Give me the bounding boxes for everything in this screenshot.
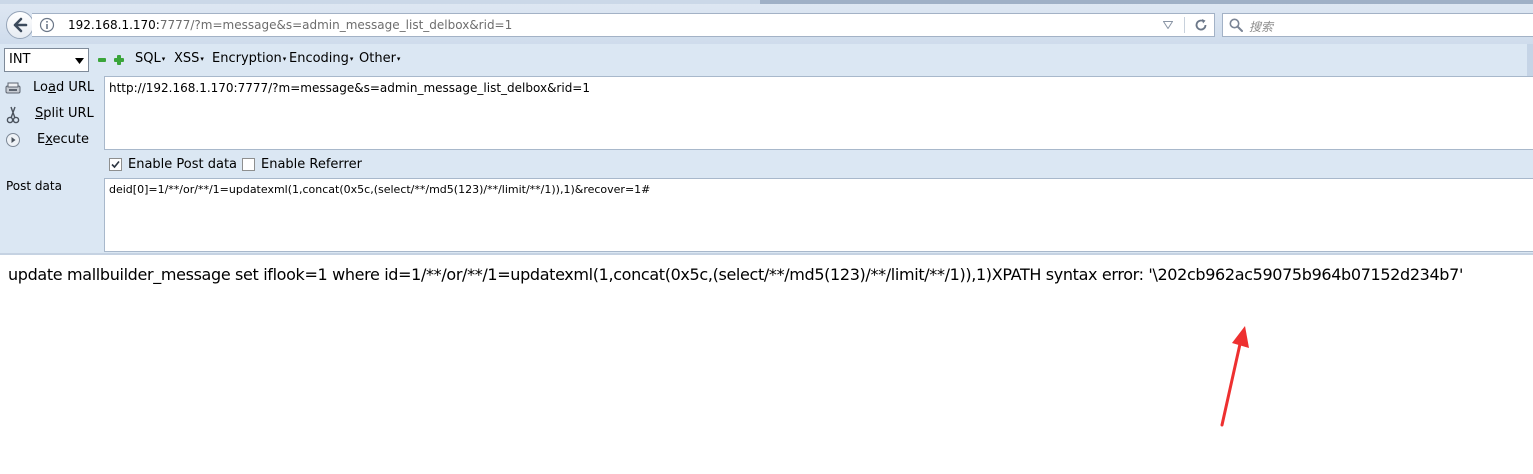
menu-caret-icon: ▾ [161,54,166,63]
back-arrow-icon [13,17,28,33]
menu-encryption[interactable]: Encryption▾ [212,51,286,66]
menu-caret-icon: ▾ [396,54,401,63]
sql-error-output: update mallbuilder_message set iflook=1 … [8,265,1463,284]
play-icon [6,133,20,147]
site-info-icon[interactable] [39,17,55,33]
red-arrow-annotation [1220,326,1249,427]
increase-icon[interactable] [114,55,124,65]
decrease-icon[interactable] [98,58,106,62]
url-host: 192.168.1.170: [68,18,160,32]
load-url-button[interactable]: Load URL [0,76,104,100]
load-url-label-accel: a [47,80,56,95]
reload-icon[interactable] [1193,17,1209,33]
menu-xss[interactable]: XSS▾ [174,51,204,66]
enable-referrer-checkbox[interactable] [242,158,255,171]
toolbar-scroll-gutter [1527,44,1533,76]
execute-label-pre: E [37,132,46,147]
enable-post-checkbox[interactable] [109,158,122,171]
menu-other[interactable]: Other▾ [359,51,400,66]
post-data-label: Post data [6,179,62,193]
load-url-label-pre: Lo [33,80,48,95]
execute-label-accel: x [45,132,53,147]
menu-encoding-label: Encoding [289,51,349,66]
scissors-icon [6,106,20,124]
split-url-label-post: plit URL [43,106,94,121]
execute-button[interactable]: Execute [0,128,104,152]
menu-xss-label: XSS [174,51,200,66]
load-url-label-post: d URL [55,80,95,95]
menu-encryption-label: Encryption [212,51,282,66]
menu-sql[interactable]: SQL▾ [135,51,165,66]
enable-referrer-label[interactable]: Enable Referrer [261,157,362,172]
url-textarea[interactable]: http://192.168.1.170:7777/?m=message&s=a… [104,76,1533,150]
back-button[interactable] [6,11,34,39]
tab-strip-edge [760,0,1533,4]
split-url-label: Split URL [35,106,94,121]
history-dropdown-icon[interactable] [1163,21,1173,29]
execute-label-post: ecute [52,132,89,147]
chevron-down-icon [75,58,84,64]
menu-caret-icon: ▾ [282,54,287,63]
hackbar-toolbar: INT SQL▾ XSS▾ Encryption▾ Encoding▾ Othe… [0,44,1533,76]
hackbar-panel: INT SQL▾ XSS▾ Encryption▾ Encoding▾ Othe… [0,44,1533,255]
menu-encoding[interactable]: Encoding▾ [289,51,353,66]
address-bar[interactable]: 192.168.1.170:7777/?m=message&s=admin_me… [32,13,1215,37]
url-rest: 7777/?m=message&s=admin_message_list_del… [159,18,513,32]
execute-label: Execute [37,132,89,147]
menu-caret-icon: ▾ [200,54,204,63]
search-placeholder: 搜索 [1249,20,1274,34]
load-url-icon [5,82,21,94]
menu-other-label: Other [359,51,396,66]
browser-navbar: 192.168.1.170:7777/?m=message&s=admin_me… [0,0,1533,45]
split-url-button[interactable]: Split URL [0,102,104,126]
load-url-label: Load URL [33,80,94,95]
enable-post-label[interactable]: Enable Post data [128,157,237,172]
url-textarea-value: http://192.168.1.170:7777/?m=message&s=a… [109,81,590,95]
post-data-textarea[interactable]: deid[0]=1/**/or/**/1=updatexml(1,concat(… [104,178,1533,252]
type-select-value: INT [9,52,31,67]
post-data-value: deid[0]=1/**/or/**/1=updatexml(1,concat(… [109,183,651,196]
type-select[interactable]: INT [4,48,89,72]
search-icon [1229,18,1243,32]
menu-sql-label: SQL [135,51,161,66]
search-bar[interactable]: 搜索 [1222,13,1533,37]
hackbar-divider [0,253,1533,255]
address-text[interactable]: 192.168.1.170:7777/?m=message&s=admin_me… [68,18,512,32]
address-separator [1184,17,1185,33]
checkmark-icon [111,160,120,169]
menu-caret-icon: ▾ [349,54,354,63]
options-row: Enable Post data Enable Referrer [104,154,704,176]
